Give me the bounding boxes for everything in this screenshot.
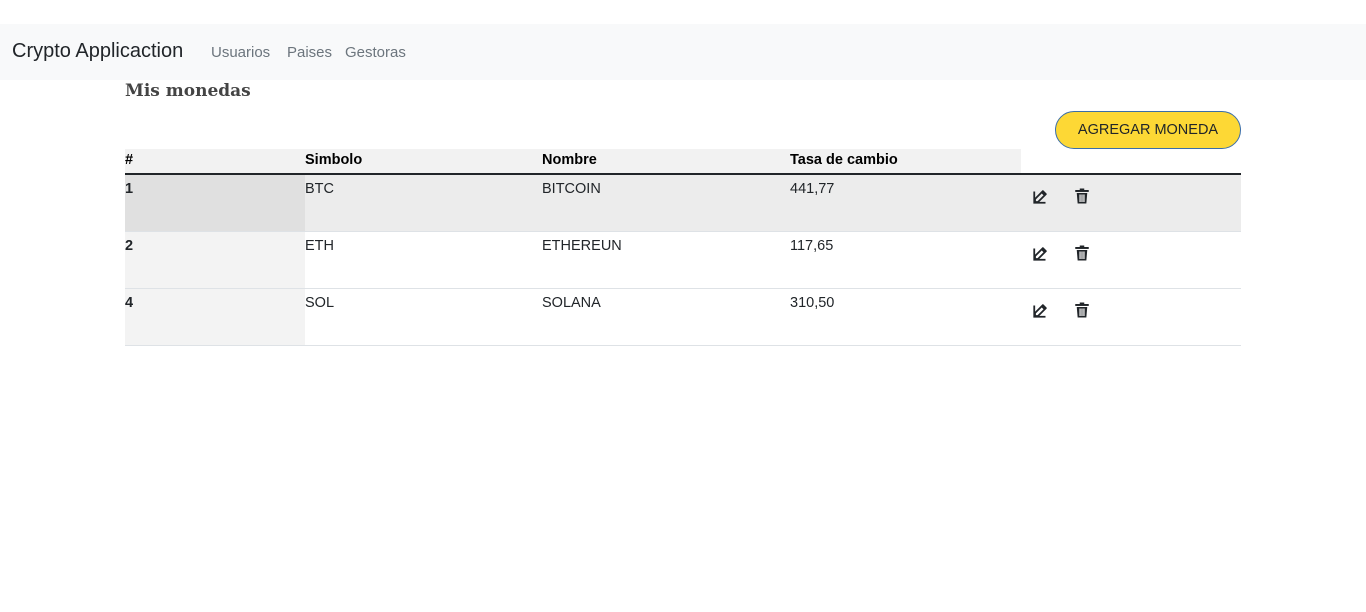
cell-name: ETHEREUN xyxy=(542,238,622,254)
id-cell xyxy=(125,289,305,345)
add-coin-button[interactable]: AGREGAR MONEDA xyxy=(1055,111,1241,149)
cell-exchange-rate: 117,65 xyxy=(790,238,834,254)
id-cell xyxy=(125,232,305,288)
cell-name: BITCOIN xyxy=(542,181,601,197)
id-cell xyxy=(125,175,305,231)
table-row: 1 BTC BITCOIN 441,77 xyxy=(125,175,1241,232)
edit-icon[interactable] xyxy=(1032,187,1050,205)
header-exchange-rate: Tasa de cambio xyxy=(790,152,898,168)
nav-link-gestoras[interactable]: Gestoras xyxy=(345,44,406,61)
header-number: # xyxy=(125,152,134,168)
cell-symbol: SOL xyxy=(305,295,335,311)
cell-symbol: ETH xyxy=(305,238,334,254)
table-row: 2 ETH ETHEREUN 117,65 xyxy=(125,232,1241,289)
brand-link[interactable]: Crypto Applicaction xyxy=(12,40,183,63)
trash-icon[interactable] xyxy=(1073,301,1091,319)
header-symbol: Simbolo xyxy=(305,152,363,168)
cell-id: 2 xyxy=(125,238,134,254)
nav-link-paises[interactable]: Paises xyxy=(287,44,332,61)
cell-symbol: BTC xyxy=(305,181,334,197)
cell-id: 4 xyxy=(125,295,134,311)
header-name: Nombre xyxy=(542,152,597,168)
trash-icon[interactable] xyxy=(1073,244,1091,262)
cell-exchange-rate: 441,77 xyxy=(790,181,835,197)
nav-link-usuarios[interactable]: Usuarios xyxy=(211,44,270,61)
cell-name: SOLANA xyxy=(542,295,601,311)
trash-icon[interactable] xyxy=(1073,187,1091,205)
table-row: 4 SOL SOLANA 310,50 xyxy=(125,289,1241,346)
navbar: Crypto Applicaction Usuarios Paises Gest… xyxy=(0,24,1366,80)
cell-id: 1 xyxy=(125,181,134,197)
edit-icon[interactable] xyxy=(1032,301,1050,319)
cell-exchange-rate: 310,50 xyxy=(790,295,835,311)
edit-icon[interactable] xyxy=(1032,244,1050,262)
page-title: Mis monedas xyxy=(125,81,251,101)
